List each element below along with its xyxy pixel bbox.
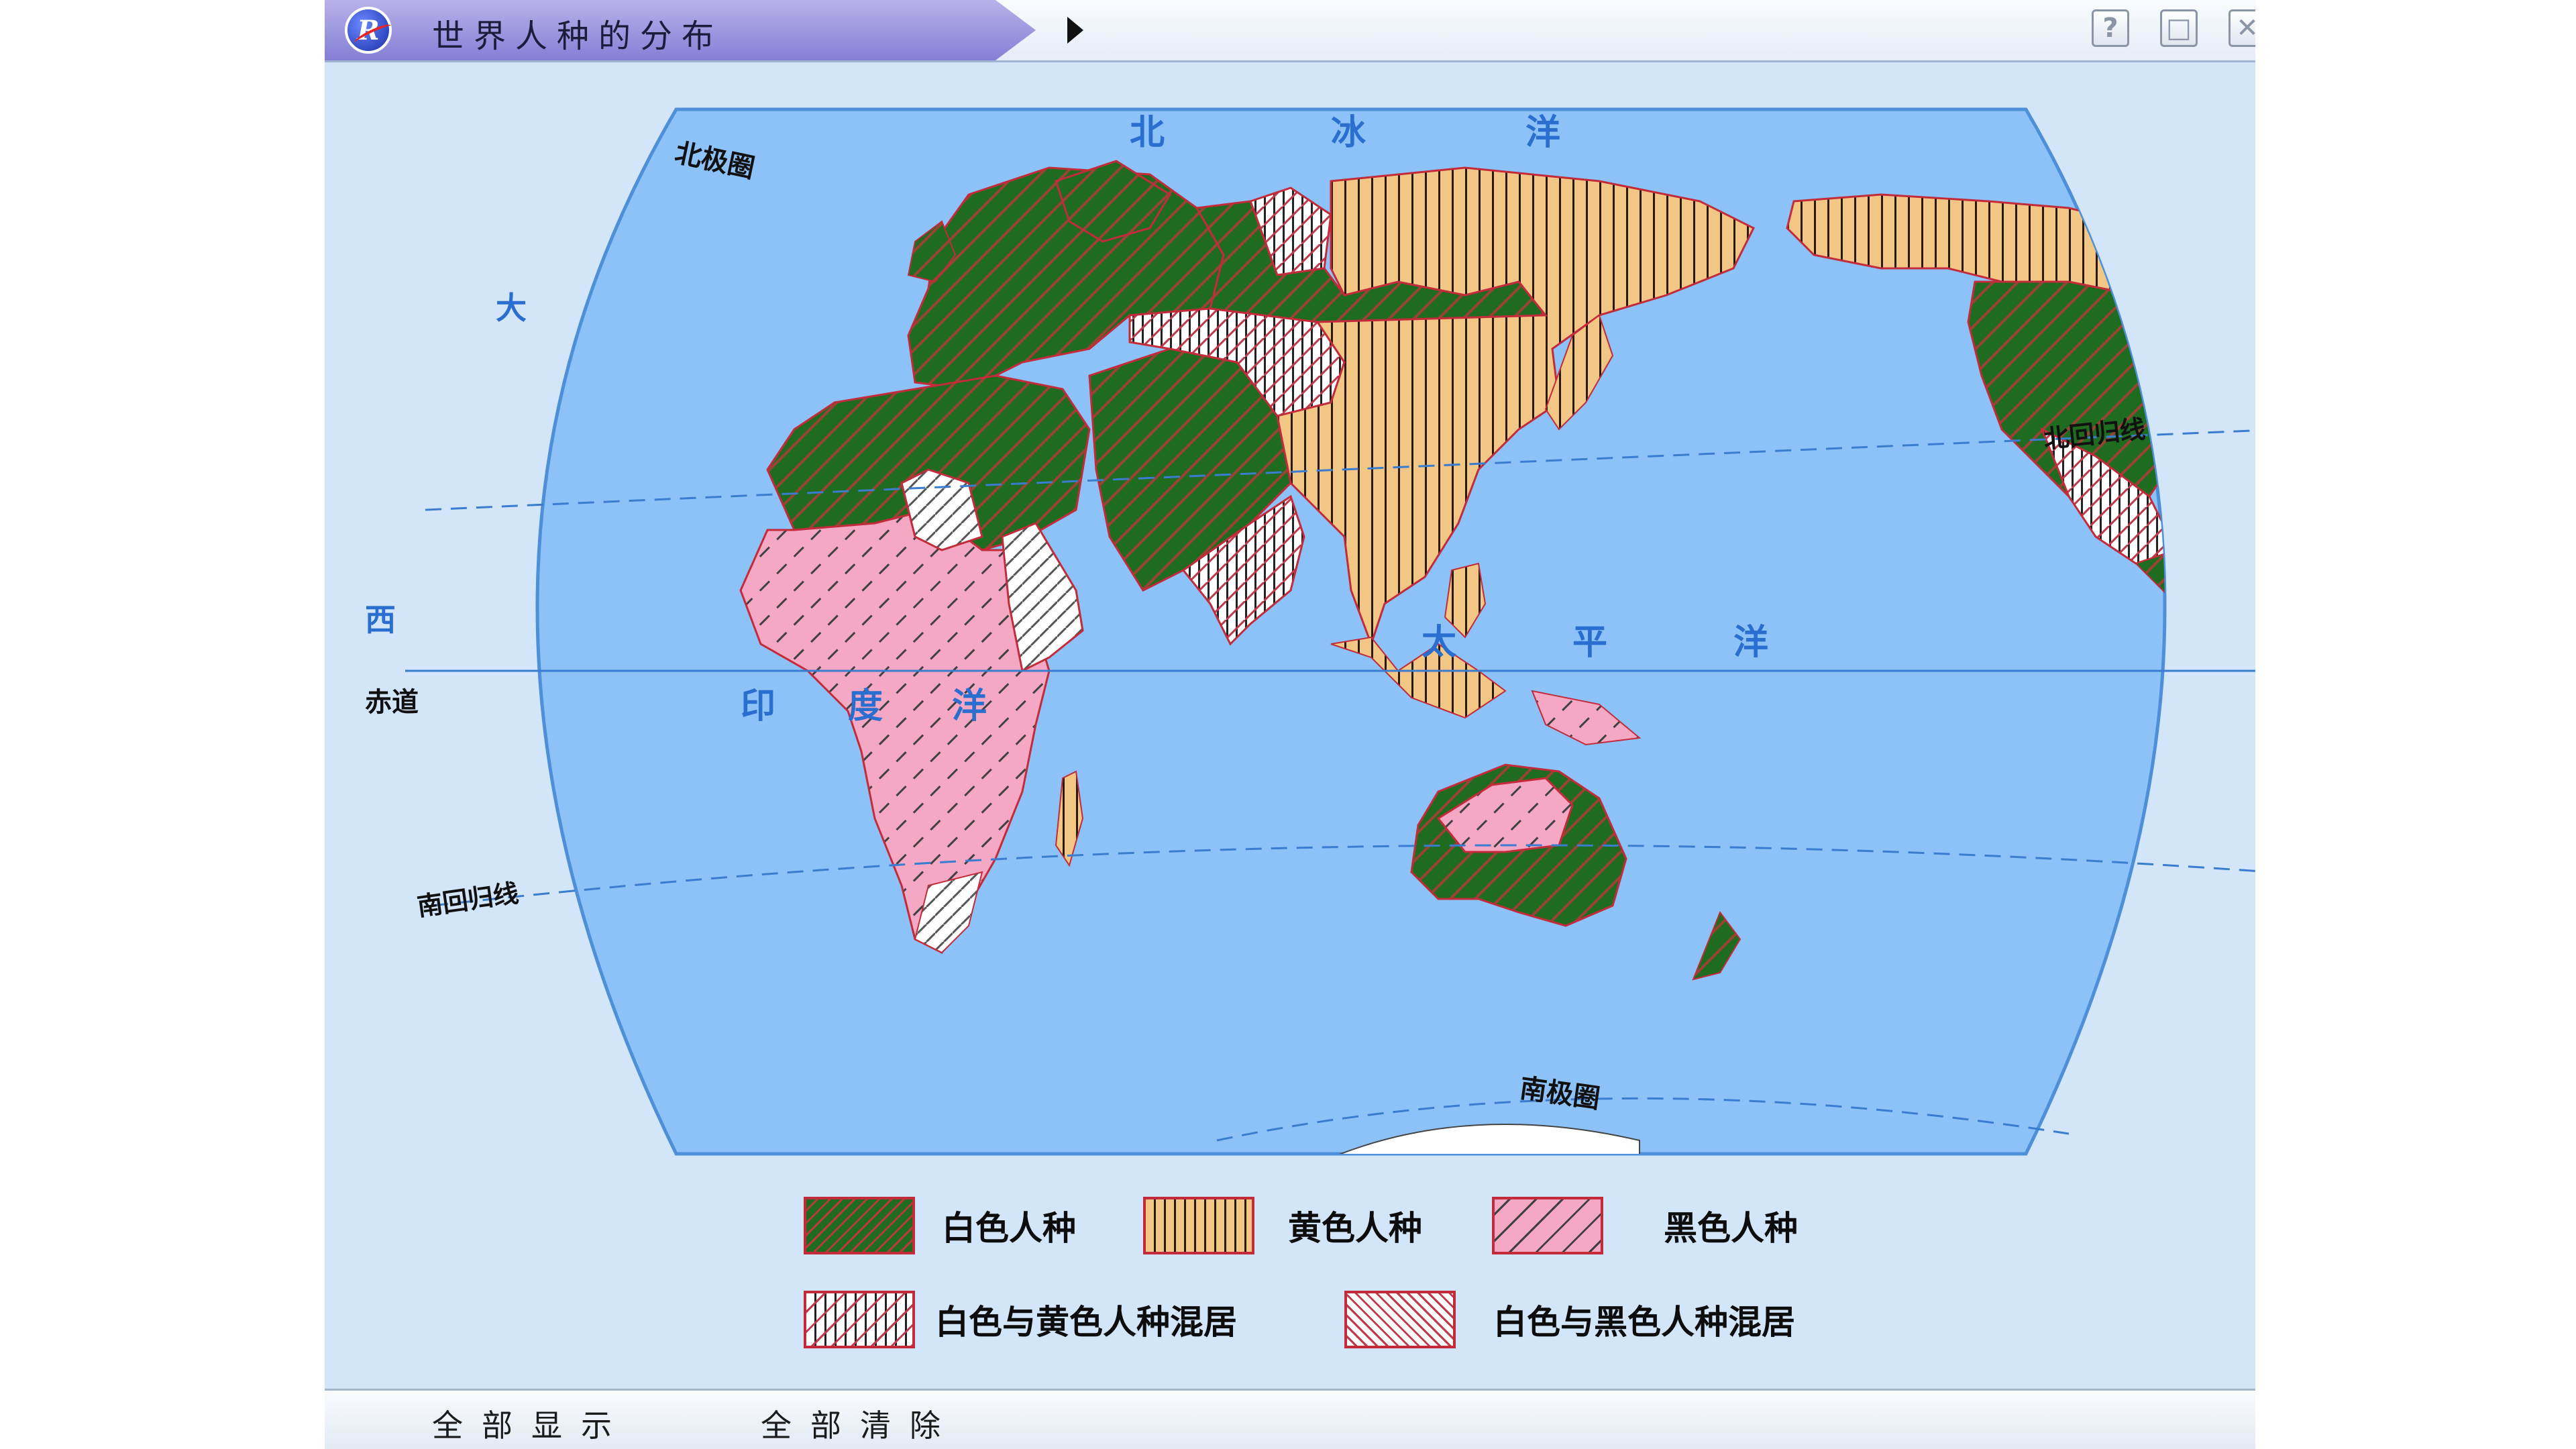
legend-label-black-race: 黑色人种 bbox=[1664, 1208, 1798, 1248]
label-indian-ocean-1: 印 bbox=[741, 686, 775, 727]
legend-label-white-race: 白色人种 bbox=[942, 1208, 1076, 1248]
label-indian-ocean-2: 度 bbox=[848, 686, 883, 727]
region-south-america-north bbox=[2243, 617, 2255, 885]
legend-item-black-race: 黑色人种 bbox=[1492, 1197, 1798, 1254]
title-bar: R 世界人种的分布 ? □ ✕ bbox=[325, 0, 2255, 62]
label-equator: 赤道 bbox=[365, 686, 419, 718]
clear-all-button[interactable]: 全部清除 bbox=[761, 1401, 959, 1446]
label-pacific-ocean-3: 洋 bbox=[1733, 622, 1768, 663]
label-pacific-ocean-1: 太 bbox=[1421, 622, 1456, 663]
legend-label-white-black-mixed: 白色与黑色人种混居 bbox=[1493, 1302, 1795, 1342]
label-atlantic-ocean-2: 西 bbox=[365, 602, 396, 638]
close-button[interactable]: ✕ bbox=[2229, 9, 2255, 47]
region-south-america-east bbox=[2216, 724, 2255, 1127]
label-arctic-ocean-3: 洋 bbox=[1525, 112, 1560, 153]
app-logo-icon: R bbox=[345, 7, 392, 54]
app-window: R 世界人种的分布 ? □ ✕ 北极圈 北回归线 赤道 南回归线 南极圈 北 冰… bbox=[325, 0, 2255, 1449]
play-arrow-icon[interactable] bbox=[1067, 17, 1083, 44]
legend-item-white-black-mixed: 白色与黑色人种混居 bbox=[1344, 1291, 1795, 1348]
show-all-button[interactable]: 全部显示 bbox=[432, 1401, 631, 1446]
label-pacific-ocean-2: 平 bbox=[1572, 622, 1607, 663]
legend-item-yellow-race: 黄色人种 bbox=[1143, 1197, 1422, 1254]
world-map: 北极圈 北回归线 赤道 南回归线 南极圈 北 冰 洋 太 平 洋 印 度 洋 大… bbox=[365, 107, 2255, 1156]
greenland bbox=[2068, 113, 2165, 203]
label-indian-ocean-3: 洋 bbox=[952, 686, 987, 727]
label-tropic-capricorn: 南回归线 bbox=[415, 877, 521, 922]
legend-label-white-yellow-mixed: 白色与黄色人种混居 bbox=[935, 1302, 1237, 1342]
legend-swatch-white-yellow-mixed bbox=[804, 1291, 915, 1348]
legend-item-white-yellow-mixed: 白色与黄色人种混居 bbox=[804, 1291, 1237, 1348]
legend-item-white-race: 白色人种 bbox=[804, 1197, 1076, 1254]
label-arctic-ocean-2: 冰 bbox=[1331, 112, 1366, 153]
legend-swatch-white-black-mixed bbox=[1344, 1291, 1456, 1348]
legend-swatch-yellow-race bbox=[1143, 1197, 1254, 1254]
legend-label-yellow-race: 黄色人种 bbox=[1288, 1208, 1422, 1248]
help-button[interactable]: ? bbox=[2092, 9, 2129, 47]
label-arctic-ocean-1: 北 bbox=[1130, 112, 1165, 153]
window-title: 世界人种的分布 bbox=[432, 17, 724, 55]
bottom-bar: 全部显示 全部清除 bbox=[325, 1389, 2255, 1449]
legend-swatch-black-race bbox=[1492, 1197, 1603, 1254]
maximize-button[interactable]: □ bbox=[2160, 9, 2198, 47]
label-atlantic-ocean-1: 大 bbox=[496, 290, 527, 326]
legend-swatch-white-race bbox=[804, 1197, 915, 1254]
